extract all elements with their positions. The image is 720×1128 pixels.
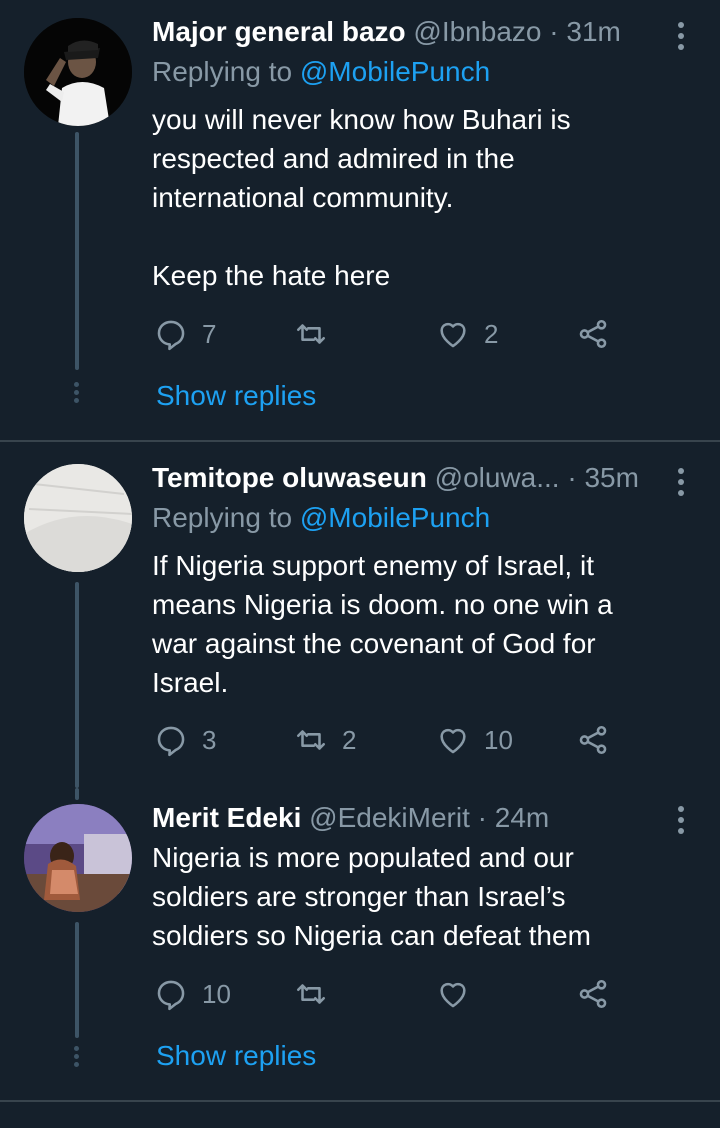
thread-dots xyxy=(74,1046,80,1070)
avatar[interactable] xyxy=(24,804,132,912)
display-name[interactable]: Major general bazo xyxy=(152,16,406,47)
tweet-header: Temitope oluwaseun @oluwa... · 35m xyxy=(152,458,639,498)
thread-line xyxy=(75,922,79,1038)
reply-count: 7 xyxy=(202,318,217,349)
retweet-icon xyxy=(296,730,326,750)
like-button[interactable]: 2 xyxy=(436,314,498,354)
reply-icon xyxy=(157,980,185,1011)
thread-dots xyxy=(74,382,80,406)
separator: · xyxy=(477,802,487,833)
avatar[interactable] xyxy=(24,464,132,572)
display-name[interactable]: Temitope oluwaseun xyxy=(152,462,427,493)
share-button[interactable] xyxy=(576,720,610,760)
tweet-actions: 10 xyxy=(152,974,672,1014)
separator: · xyxy=(549,16,559,47)
divider xyxy=(0,440,720,442)
user-handle[interactable]: @Ibnbazo xyxy=(413,16,541,47)
display-name[interactable]: Merit Edeki xyxy=(152,802,301,833)
separator: · xyxy=(567,462,577,493)
share-button[interactable] xyxy=(576,314,610,354)
retweet-button[interactable]: 2 xyxy=(294,720,356,760)
retweet-button[interactable] xyxy=(294,314,342,354)
thread-line xyxy=(75,788,79,800)
tweet-text: you will never know how Buhari is respec… xyxy=(152,104,571,291)
tweet-text: If Nigeria support enemy of Israel, it m… xyxy=(152,550,613,698)
tweet-2[interactable]: Temitope oluwaseun @oluwa... · 35m Reply… xyxy=(0,458,720,788)
replying-to-link[interactable]: @MobilePunch xyxy=(300,56,490,87)
reply-count: 10 xyxy=(202,978,231,1009)
like-button[interactable]: 10 xyxy=(436,720,513,760)
thread-line xyxy=(75,132,79,370)
replying-to-label: Replying to xyxy=(152,502,300,533)
avatar-image xyxy=(24,804,132,912)
timestamp[interactable]: 24m xyxy=(495,802,549,833)
replying-to: Replying to @MobilePunch xyxy=(152,52,490,92)
avatar-image xyxy=(24,18,132,126)
timestamp[interactable]: 35m xyxy=(584,462,638,493)
more-options-icon[interactable] xyxy=(678,22,686,55)
replying-to: Replying to @MobilePunch xyxy=(152,498,490,538)
like-count: 10 xyxy=(484,724,513,755)
tweet-3[interactable]: Merit Edeki @EdekiMerit · 24m Nigeria is… xyxy=(0,788,720,1088)
share-button[interactable] xyxy=(576,974,610,1014)
reply-button[interactable]: 7 xyxy=(154,314,216,354)
retweet-count: 2 xyxy=(342,724,357,755)
tweet-text: Nigeria is more populated and our soldie… xyxy=(152,842,591,951)
reply-count: 3 xyxy=(202,724,217,755)
show-replies-link[interactable]: Show replies xyxy=(156,376,316,416)
user-handle[interactable]: @EdekiMerit xyxy=(309,802,470,833)
user-handle[interactable]: @oluwa... xyxy=(435,462,560,493)
tweet-actions: 3 2 10 xyxy=(152,720,672,760)
tweet-actions: 7 2 xyxy=(152,314,672,354)
reply-icon xyxy=(157,726,185,757)
more-options-icon[interactable] xyxy=(678,468,686,501)
replying-to-link[interactable]: @MobilePunch xyxy=(300,502,490,533)
like-button[interactable] xyxy=(436,974,484,1014)
tweet-header: Major general bazo @Ibnbazo · 31m xyxy=(152,12,621,52)
retweet-icon xyxy=(296,984,326,1004)
avatar-image xyxy=(24,464,132,572)
share-icon xyxy=(579,319,607,349)
share-icon xyxy=(579,979,607,1009)
show-replies-link[interactable]: Show replies xyxy=(156,1036,316,1076)
retweet-button[interactable] xyxy=(294,974,342,1014)
tweet-header: Merit Edeki @EdekiMerit · 24m xyxy=(152,798,549,838)
thread-line xyxy=(75,582,79,788)
tweet-1[interactable]: Major general bazo @Ibnbazo · 31m Replyi… xyxy=(0,12,720,432)
divider xyxy=(0,1100,720,1102)
more-options-icon[interactable] xyxy=(678,806,686,839)
replying-to-label: Replying to xyxy=(152,56,300,87)
heart-icon xyxy=(440,728,466,754)
timestamp[interactable]: 31m xyxy=(566,16,620,47)
reply-icon xyxy=(157,320,185,351)
like-count: 2 xyxy=(484,318,499,349)
heart-icon xyxy=(440,982,466,1008)
reply-button[interactable]: 10 xyxy=(154,974,231,1014)
retweet-icon xyxy=(296,324,326,344)
heart-icon xyxy=(440,322,466,348)
reply-button[interactable]: 3 xyxy=(154,720,216,760)
avatar[interactable] xyxy=(24,18,132,126)
share-icon xyxy=(579,725,607,755)
